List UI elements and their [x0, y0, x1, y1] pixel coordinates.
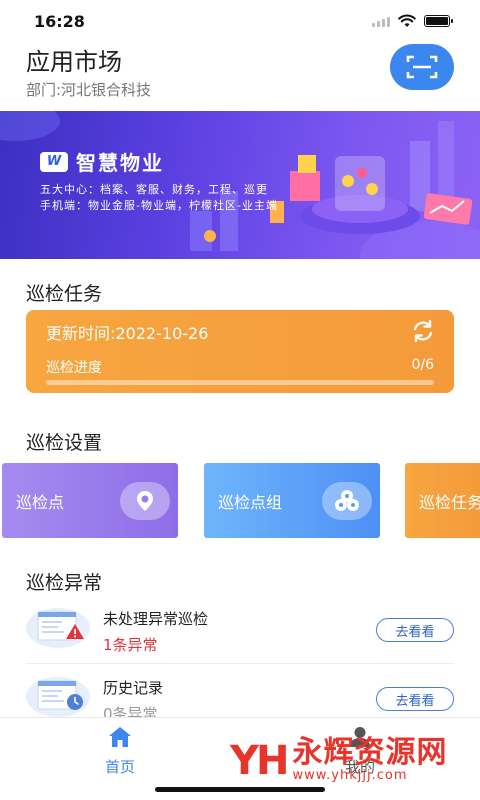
inspection-point-group-card[interactable]: 巡检点组: [204, 463, 380, 538]
abnormal-item-title: 历史记录: [103, 679, 164, 697]
department-label: 部门:河北银合科技: [26, 81, 152, 99]
view-unprocessed-button[interactable]: 去看看: [376, 618, 454, 642]
scan-button[interactable]: [390, 44, 454, 90]
progress-bar: [46, 380, 434, 385]
inspection-settings-title: 巡检设置: [26, 432, 103, 454]
inspection-task-setting-card[interactable]: 巡检任务: [405, 463, 480, 538]
inspection-task-title: 巡检任务: [26, 283, 103, 305]
watermark: YH 永辉资源网 www.yhkjjj.com: [230, 735, 448, 784]
banner-line-2: 手机端：物业金服-物业端，柠檬社区-业主端: [40, 199, 278, 212]
watermark-logo: YH: [230, 737, 289, 784]
divider: [26, 663, 454, 664]
home-icon: [109, 727, 131, 747]
status-time: 16:28: [34, 12, 85, 31]
scan-icon: [406, 55, 438, 79]
inspection-task-card[interactable]: 更新时间:2022-10-26 巡检进度 0/6: [26, 310, 454, 393]
signal-icon: [372, 15, 390, 27]
watermark-main-text: 永辉资源网: [292, 735, 448, 770]
status-icons: [372, 14, 453, 28]
abnormal-item-count: 1条异常: [103, 636, 158, 654]
banner-logo: W 智慧物业: [40, 147, 164, 176]
home-indicator: [155, 787, 325, 792]
inspection-point-label: 巡检点: [16, 493, 65, 512]
abnormal-item-title: 未处理异常巡检: [103, 610, 209, 628]
progress-count: 0/6: [411, 357, 434, 373]
promo-banner[interactable]: W 智慧物业 五大中心：档案、客服、财务，工程、巡更 手机端：物业金服-物业端，…: [0, 111, 480, 259]
refresh-button[interactable]: [410, 318, 436, 344]
inspection-point-group-label: 巡检点组: [218, 493, 283, 512]
watermark-text: 永辉资源网 www.yhkjjj.com: [292, 735, 448, 784]
battery-icon: [424, 15, 453, 27]
task-updated-time: 更新时间:2022-10-26: [46, 324, 209, 343]
abnormal-item-unprocessed[interactable]: 未处理异常巡检 1条异常 去看看: [26, 604, 454, 664]
inspection-task-setting-label: 巡检任务: [419, 493, 480, 512]
watermark-url: www.yhkjjj.com: [292, 768, 408, 783]
refresh-icon: [413, 319, 433, 343]
progress-label: 巡检进度: [46, 360, 102, 376]
page-title: 应用市场: [26, 48, 122, 76]
status-bar: 16:28: [0, 0, 480, 44]
wifi-icon: [398, 14, 416, 27]
history-doc-icon: [26, 677, 90, 717]
banner-brand-name: 智慧物业: [76, 151, 164, 175]
warning-doc-icon: [26, 608, 90, 648]
banner-logo-mark: W: [40, 151, 68, 172]
view-history-button[interactable]: 去看看: [376, 687, 454, 711]
tab-home-label: 首页: [104, 758, 135, 776]
tab-home[interactable]: 首页: [80, 726, 160, 777]
inspection-point-card[interactable]: 巡检点: [2, 463, 178, 538]
group-circles-icon: [322, 482, 372, 520]
banner-line-1: 五大中心：档案、客服、财务，工程、巡更: [40, 183, 268, 196]
inspection-abnormal-title: 巡检异常: [26, 572, 103, 594]
location-pin-icon: [120, 482, 170, 520]
